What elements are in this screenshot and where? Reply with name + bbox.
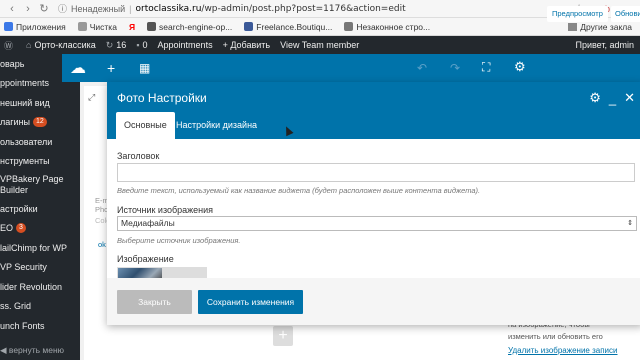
undo-icon[interactable]: ↶ — [417, 61, 427, 75]
image-source-hint: Выберите источник изображения. — [117, 236, 241, 245]
modal-title: Фото Настройки — [117, 91, 207, 105]
sidebar-item-seo[interactable]: EO 3 — [0, 219, 80, 239]
bookmark-item[interactable]: Незаконное стро... — [344, 22, 430, 32]
user-greeting[interactable]: Привет, admin — [575, 40, 634, 50]
sidebar-item-mailchimp[interactable]: lailChimp for WP — [0, 238, 80, 258]
wp-logo[interactable]: Ⓦ — [4, 39, 16, 52]
gear-icon[interactable]: ⚙ — [514, 59, 526, 75]
bookmark-icon — [344, 22, 354, 31]
sidebar-item-plugins[interactable]: лагины 12 — [0, 113, 80, 133]
other-bookmarks[interactable]: Другие закла — [568, 22, 632, 32]
refresh-icon: ↻ — [105, 39, 114, 50]
wp-admin-bar: Ⓦ ⌂ Орто-классика ↻ 16 ▪ 0 Appointments + Д… — [0, 36, 640, 54]
preview-button[interactable]: Предпросмотр — [547, 6, 608, 22]
sidebar-item-appearance[interactable]: нешний вид — [0, 93, 80, 113]
bookmark-icon — [147, 22, 157, 31]
bookmark-item[interactable]: Freelance.Boutiqu... — [244, 22, 332, 32]
sidebar-item-users[interactable]: ользователи — [0, 132, 80, 152]
url-text: ortoclassika.ru/wp-admin/post.php?post=1… — [135, 3, 406, 14]
expand-icon[interactable]: ⤢ — [88, 92, 95, 103]
sidebar-item-wpbakery[interactable]: VPBakery Page Builder — [0, 171, 80, 199]
mouse-cursor — [282, 124, 294, 137]
modal-controls: ⚙ _ ✕ — [581, 90, 635, 106]
url-field[interactable]: ⓘ Ненадежный | ortoclassika.ru/wp-admin/… — [58, 2, 406, 16]
security-label: Ненадежный — [71, 3, 126, 14]
gear-icon[interactable]: ⚙ — [589, 90, 601, 106]
seo-badge: 3 — [16, 223, 26, 234]
image-label: Изображение — [117, 254, 174, 264]
image-settings-modal: Фото Настройки ⚙ _ ✕ Основные Настройки … — [107, 82, 640, 325]
close-icon[interactable]: ✕ — [624, 90, 635, 106]
reload-icon[interactable]: ↻ — [36, 2, 52, 15]
bookmarks-bar: Приложения Чистка Я search-engine-op... … — [0, 18, 640, 36]
comments-link[interactable]: ▪ 0 — [136, 40, 147, 50]
remove-featured-image-link[interactable]: Удалить изображение записи — [508, 346, 618, 355]
view-member-link[interactable]: View Team member — [280, 40, 359, 50]
apps-icon — [4, 22, 13, 31]
bookmark-apps[interactable]: Приложения — [4, 22, 66, 32]
info-icon[interactable]: ⓘ — [58, 2, 67, 15]
heading-input[interactable] — [117, 163, 635, 182]
fullscreen-icon[interactable]: ⛶ — [482, 60, 490, 75]
site-name-link[interactable]: ⌂ Орто-классика — [26, 40, 96, 50]
bookmark-item[interactable]: search-engine-op... — [147, 22, 232, 32]
bookmark-item[interactable]: Я — [129, 22, 135, 32]
layout-icon[interactable]: ▦ — [139, 61, 150, 75]
admin-sidebar: оварь ppointments нешний вид лагины 12 ол… — [0, 54, 80, 360]
tab-general[interactable]: Основные — [116, 112, 175, 139]
updates-link[interactable]: ↻ 16 — [106, 40, 127, 51]
collapse-menu[interactable]: ◀ вернуть меню — [0, 345, 64, 356]
add-new-link[interactable]: + Добавить — [223, 40, 271, 50]
add-element-button[interactable]: + — [273, 326, 293, 346]
sidebar-item-tools[interactable]: нструменты — [0, 152, 80, 172]
sidebar-item-wp-security[interactable]: VP Security — [0, 258, 80, 278]
close-button[interactable]: Закрыть — [117, 290, 192, 314]
bg-snippet: ok — [98, 240, 106, 249]
modal-header: Фото Настройки ⚙ _ ✕ Основные Настройки … — [107, 82, 640, 139]
home-icon: ⌂ — [26, 40, 32, 50]
bookmark-icon — [244, 22, 254, 31]
cloud-logo-icon[interactable]: ☁ — [70, 58, 86, 78]
back-icon[interactable]: ‹ — [4, 3, 20, 15]
sidebar-item-punch-fonts[interactable]: unch Fonts — [0, 316, 80, 336]
builder-toolbar: ☁ + ▦ ↶ ↷ ⛶ ⚙ — [62, 54, 640, 82]
image-source-label: Источник изображения — [117, 205, 214, 215]
minimize-icon[interactable]: _ — [609, 91, 616, 106]
heading-label: Заголовок — [117, 151, 160, 161]
folder-icon — [568, 23, 578, 31]
appointments-link[interactable]: Appointments — [158, 40, 213, 50]
save-changes-button[interactable]: Сохранить изменения — [198, 290, 303, 314]
collapse-icon: ◀ — [0, 345, 9, 355]
sidebar-item-settings[interactable]: астройки — [0, 199, 80, 219]
tab-design-options[interactable]: Настройки дизайна — [168, 112, 265, 139]
redo-icon[interactable]: ↷ — [450, 61, 460, 75]
add-icon[interactable]: + — [107, 60, 115, 76]
bookmark-icon — [77, 22, 87, 31]
plugins-badge: 12 — [33, 117, 47, 128]
wordpress-icon: Ⓦ — [4, 40, 14, 51]
sidebar-item-ess-grid[interactable]: ss. Grid — [0, 297, 80, 317]
chevron-updown-icon: ⇕ — [627, 220, 633, 227]
comment-icon: ▪ — [136, 40, 140, 50]
image-source-select[interactable]: Медиафайлы ⇕ — [117, 216, 637, 231]
modal-footer: Закрыть Сохранить изменения — [107, 278, 640, 325]
bookmark-item[interactable]: Чистка — [77, 22, 117, 32]
sidebar-item-slider-revolution[interactable]: lider Revolution — [0, 277, 80, 297]
heading-hint: Введите текст, используемый как название… — [117, 186, 481, 195]
forward-icon[interactable]: › — [20, 3, 36, 15]
update-button[interactable]: Обнови — [611, 6, 640, 22]
browser-address-bar: ‹ › ↻ ⓘ Ненадежный | ortoclassika.ru/wp-… — [0, 0, 640, 18]
